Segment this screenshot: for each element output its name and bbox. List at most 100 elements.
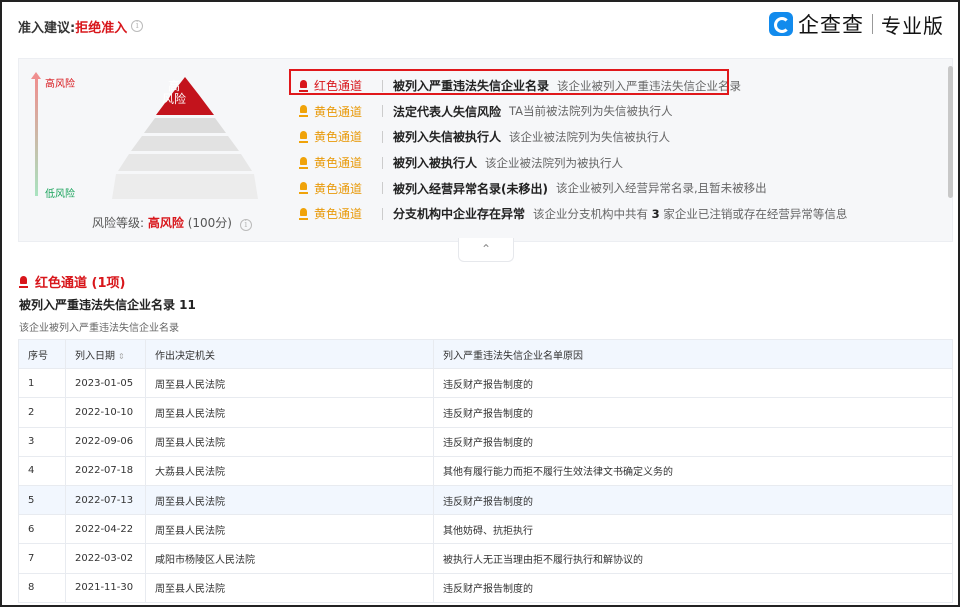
table-row[interactable]: 6 2022-04-22 周至县人民法院 其他妨碍、抗拒执行	[18, 514, 953, 545]
cell-authority: 周至县人民法院	[145, 514, 434, 545]
risk-level-score: (100分)	[187, 216, 232, 230]
col-index: 序号	[18, 338, 66, 370]
record-desc: 该企业被列入严重违法失信企业名录	[19, 323, 179, 334]
alarm-icon	[299, 156, 309, 169]
pyramid-top-label: 高 风险	[152, 80, 196, 106]
section-title: 红色通道 (1项)	[35, 276, 126, 291]
pyramid-level-2	[144, 118, 226, 133]
alarm-icon	[19, 275, 29, 288]
risk-channel: 黄色通道	[314, 130, 363, 145]
cell-date: 2022-04-22	[65, 514, 146, 545]
pyramid-level-4	[118, 154, 252, 171]
table-row[interactable]: 2 2022-10-10 周至县人民法院 违反财产报告制度的	[18, 397, 953, 428]
table-row[interactable]: 7 2022-03-02 咸阳市杨陵区人民法院 被执行人无正当理由拒不履行执行和…	[18, 543, 953, 574]
collapse-button[interactable]: ⌃	[458, 238, 514, 262]
risk-desc: 该企业被列入经营异常名录,且暂未被移出	[555, 181, 767, 196]
divider	[382, 156, 383, 169]
cell-reason: 违反财产报告制度的	[433, 397, 953, 428]
risk-title: 被列入被执行人	[393, 156, 478, 171]
cell-reason: 被执行人无正当理由拒不履行执行和解协议的	[433, 543, 953, 574]
risk-level: 风险等级: 高风险 (100分) i	[92, 214, 252, 231]
alarm-icon	[299, 105, 309, 118]
cell-date: 2022-10-10	[65, 397, 146, 428]
table-row[interactable]: 5 2022-07-13 周至县人民法院 违反财产报告制度的	[18, 484, 953, 516]
cell-reason: 违反财产报告制度的	[433, 572, 953, 603]
cell-reason: 违反财产报告制度的	[433, 484, 953, 516]
sort-icon[interactable]: ⇕	[118, 352, 125, 361]
alarm-icon	[299, 207, 309, 220]
cell-authority: 周至县人民法院	[145, 484, 434, 516]
risk-desc: 该企业分支机构中共有 3 家企业已注销或存在经营异常等信息	[533, 206, 847, 222]
risk-title: 分支机构中企业存在异常	[393, 207, 526, 222]
pyramid-level-5	[112, 174, 258, 199]
cell-date: 2023-01-05	[65, 368, 146, 399]
cell-date: 2022-07-18	[65, 455, 146, 486]
cell-reason: 违反财产报告制度的	[433, 368, 953, 399]
cell-index: 5	[18, 484, 66, 516]
table-row[interactable]: 1 2023-01-05 周至县人民法院 违反财产报告制度的	[18, 368, 953, 399]
col-authority: 作出决定机关	[145, 338, 434, 370]
brand-edition: 专业版	[881, 13, 944, 38]
report-frame: 准入建议: 拒绝准入 i 企查查 专业版 高风险 低风险 高 风险 风险等级: …	[0, 0, 960, 607]
risk-list: 红色通道 被列入严重违法失信企业名录 该企业被列入严重违法失信企业名录 黄色通道…	[299, 73, 847, 227]
table-row[interactable]: 3 2022-09-06 周至县人民法院 违反财产报告制度的	[18, 426, 953, 457]
col-date[interactable]: 列入日期 ⇕	[65, 338, 146, 370]
risk-level-value: 高风险	[147, 216, 184, 230]
cell-authority: 大荔县人民法院	[145, 455, 434, 486]
alarm-icon	[299, 130, 309, 143]
cell-date: 2022-07-13	[65, 484, 146, 516]
cell-reason: 其他有履行能力而拒不履行生效法律文书确定义务的	[433, 455, 953, 486]
divider	[382, 207, 383, 220]
pyramid-top-text: 高 风险	[161, 79, 186, 106]
qcc-logo-icon	[769, 12, 793, 36]
cell-reason: 违反财产报告制度的	[433, 426, 953, 457]
risk-item[interactable]: 黄色通道 分支机构中企业存在异常 该企业分支机构中共有 3 家企业已注销或存在经…	[299, 201, 847, 227]
cell-index: 8	[18, 572, 66, 603]
table-row[interactable]: 8 2021-11-30 周至县人民法院 违反财产报告制度的	[18, 572, 953, 603]
divider	[382, 105, 383, 118]
axis-high-label: 高风险	[45, 79, 75, 90]
risk-desc: 该企业被法院列为被执行人	[485, 155, 624, 170]
col-reason: 列入严重违法失信企业名单原因	[433, 338, 953, 370]
risk-title: 被列入经营异常名录(未移出)	[393, 181, 548, 196]
risk-item[interactable]: 黄色通道 法定代表人失信风险 TA当前被法院列为失信被执行人	[299, 99, 847, 125]
cell-reason: 其他妨碍、抗拒执行	[433, 514, 953, 545]
panel-scrollbar[interactable]	[948, 66, 953, 198]
alarm-icon	[299, 182, 309, 195]
section-header: 红色通道 (1项)	[19, 272, 125, 291]
risk-item[interactable]: 黄色通道 被列入失信被执行人 该企业被法院列为失信被执行人	[299, 124, 847, 150]
risk-desc: TA当前被法院列为失信被执行人	[509, 104, 673, 119]
info-icon[interactable]: i	[131, 20, 144, 32]
cell-authority: 咸阳市杨陵区人民法院	[145, 543, 434, 574]
pyramid-level-3	[131, 136, 239, 151]
risk-item[interactable]: 黄色通道 被列入被执行人 该企业被法院列为被执行人	[299, 150, 847, 176]
table-row[interactable]: 4 2022-07-18 大荔县人民法院 其他有履行能力而拒不履行生效法律文书确…	[18, 455, 953, 486]
divider	[382, 130, 383, 143]
risk-desc-pre: 该企业分支机构中共有	[533, 206, 652, 221]
brand-divider	[872, 14, 873, 34]
info-icon[interactable]: i	[239, 219, 252, 231]
risk-channel: 黄色通道	[314, 207, 363, 222]
cell-authority: 周至县人民法院	[145, 426, 434, 457]
brand-name: 企查查	[798, 13, 864, 37]
cell-date: 2022-03-02	[65, 543, 146, 574]
cell-authority: 周至县人民法院	[145, 397, 434, 428]
risk-title: 被列入失信被执行人	[393, 130, 502, 145]
risk-title: 法定代表人失信风险	[393, 104, 502, 119]
risk-channel: 黄色通道	[314, 104, 363, 119]
risk-item[interactable]: 黄色通道 被列入经营异常名录(未移出) 该企业被列入经营异常名录,且暂未被移出	[299, 175, 847, 201]
chevron-up-icon: ⌃	[480, 242, 492, 256]
admission-suggestion: 准入建议: 拒绝准入 i	[18, 16, 144, 36]
risk-channel: 黄色通道	[314, 181, 363, 196]
risk-desc-post: 家企业已注销或存在经营异常等信息	[659, 206, 848, 221]
cell-index: 2	[18, 397, 66, 428]
cell-date: 2022-09-06	[65, 426, 146, 457]
cell-index: 1	[18, 368, 66, 399]
col-date-label: 列入日期	[75, 350, 115, 362]
divider	[382, 182, 383, 195]
highlight-box	[289, 69, 729, 95]
record-title: 被列入严重违法失信企业名录 11	[19, 298, 196, 312]
brand-logo: 企查查 专业版	[769, 10, 944, 38]
blacklist-table: 序号 列入日期 ⇕ 作出决定机关 列入严重违法失信企业名单原因 1 2023-01…	[18, 338, 953, 603]
risk-axis-arrow	[31, 72, 41, 196]
